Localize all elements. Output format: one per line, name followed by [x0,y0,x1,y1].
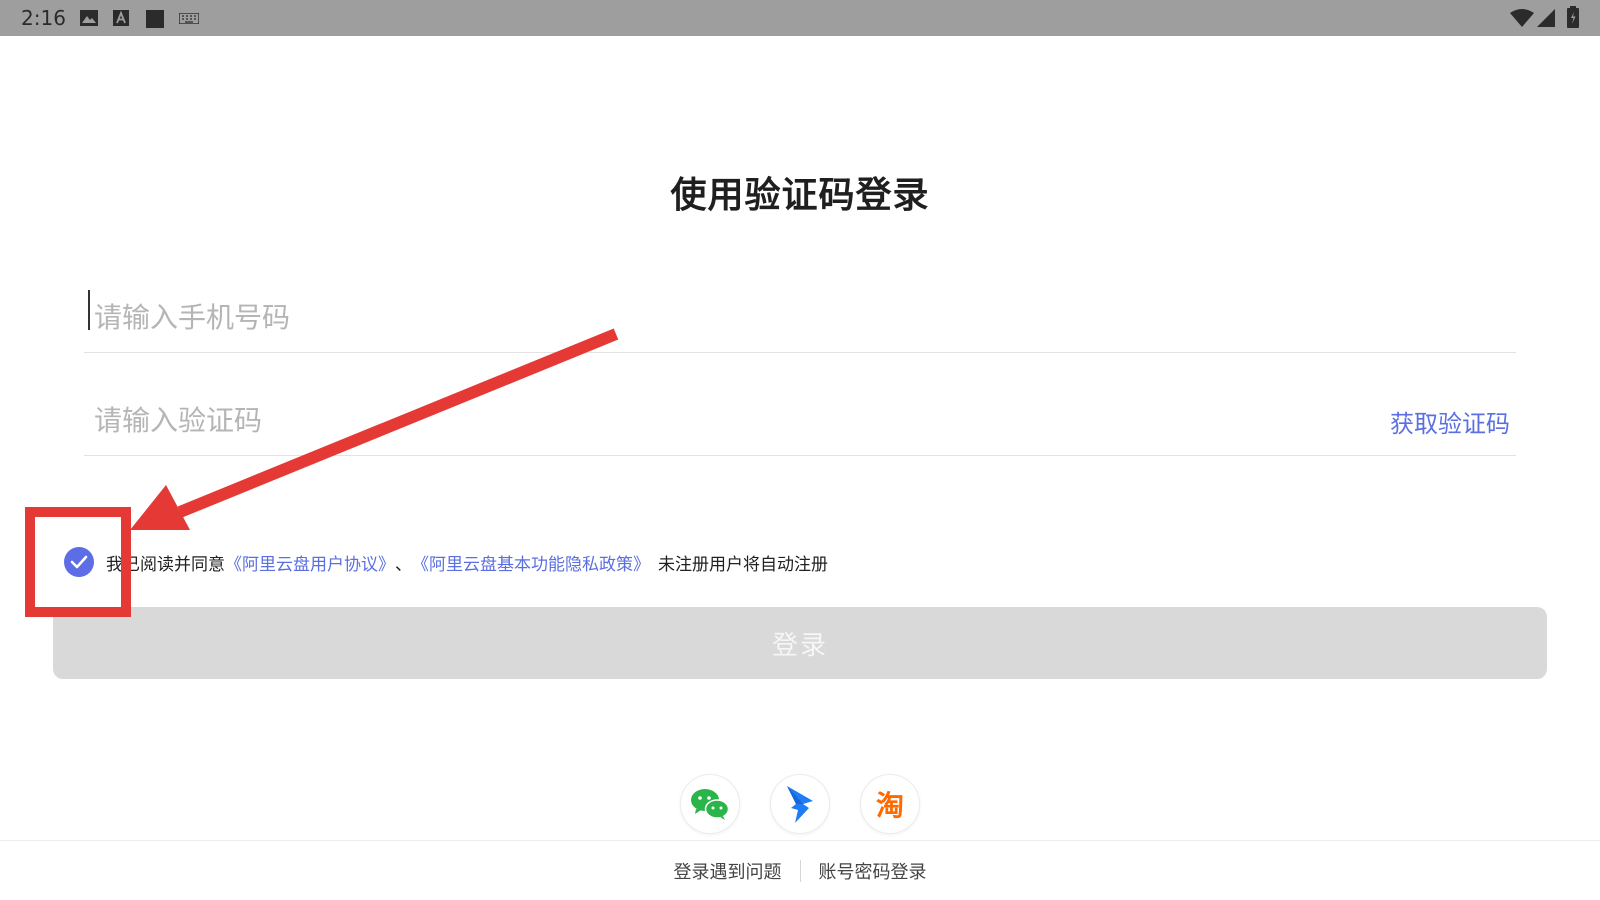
agreement-prefix: 我已阅读并同意 [106,554,225,575]
taobao-login-button[interactable]: 淘 [860,774,920,834]
login-button[interactable]: 登录 [53,607,1547,679]
checkmark-icon [70,555,88,569]
privacy-policy-link[interactable]: 《阿里云盘基本功能隐私政策》 [412,550,650,575]
password-login-link[interactable]: 账号密码登录 [801,858,945,884]
phone-field [84,283,1516,353]
agreement-suffix: 未注册用户将自动注册 [658,554,828,575]
wifi-icon [1510,9,1534,27]
font-a-icon [113,10,129,26]
keyboard-icon [179,13,199,24]
code-field: 获取验证码 [84,386,1516,456]
agreement-row: 我已阅读并同意 《阿里云盘用户协议》 、 《阿里云盘基本功能隐私政策》 未注册用… [64,547,828,577]
page-title: 使用验证码登录 [670,175,930,216]
wechat-icon [691,789,730,820]
text-caret [88,290,90,330]
get-code-button[interactable]: 获取验证码 [1390,404,1510,439]
verification-code-input[interactable] [94,396,1194,444]
footer-divider [0,840,1600,841]
wechat-login-button[interactable] [680,774,740,834]
agreement-checkbox[interactable] [64,547,94,577]
dingtalk-login-button[interactable] [770,774,830,834]
battery-icon [1567,6,1579,28]
phone-input[interactable] [94,293,1194,341]
signal-icon [1537,9,1555,27]
user-agreement-link[interactable]: 《阿里云盘用户协议》 [225,550,395,575]
status-time: 2:16 [21,6,66,30]
image-icon [80,10,98,26]
status-bar: 2:16 [0,0,1600,36]
footer-links: 登录遇到问题 账号密码登录 [0,858,1600,884]
login-screen: 2:16 使用验证码登录 获取验证码 [0,0,1600,900]
dingtalk-icon [787,786,813,823]
square-icon [146,10,164,28]
annotation-arrow-head [130,485,190,530]
taobao-icon: 淘 [875,789,904,822]
agreement-separator: 、 [395,554,412,575]
login-trouble-link[interactable]: 登录遇到问题 [656,858,800,884]
